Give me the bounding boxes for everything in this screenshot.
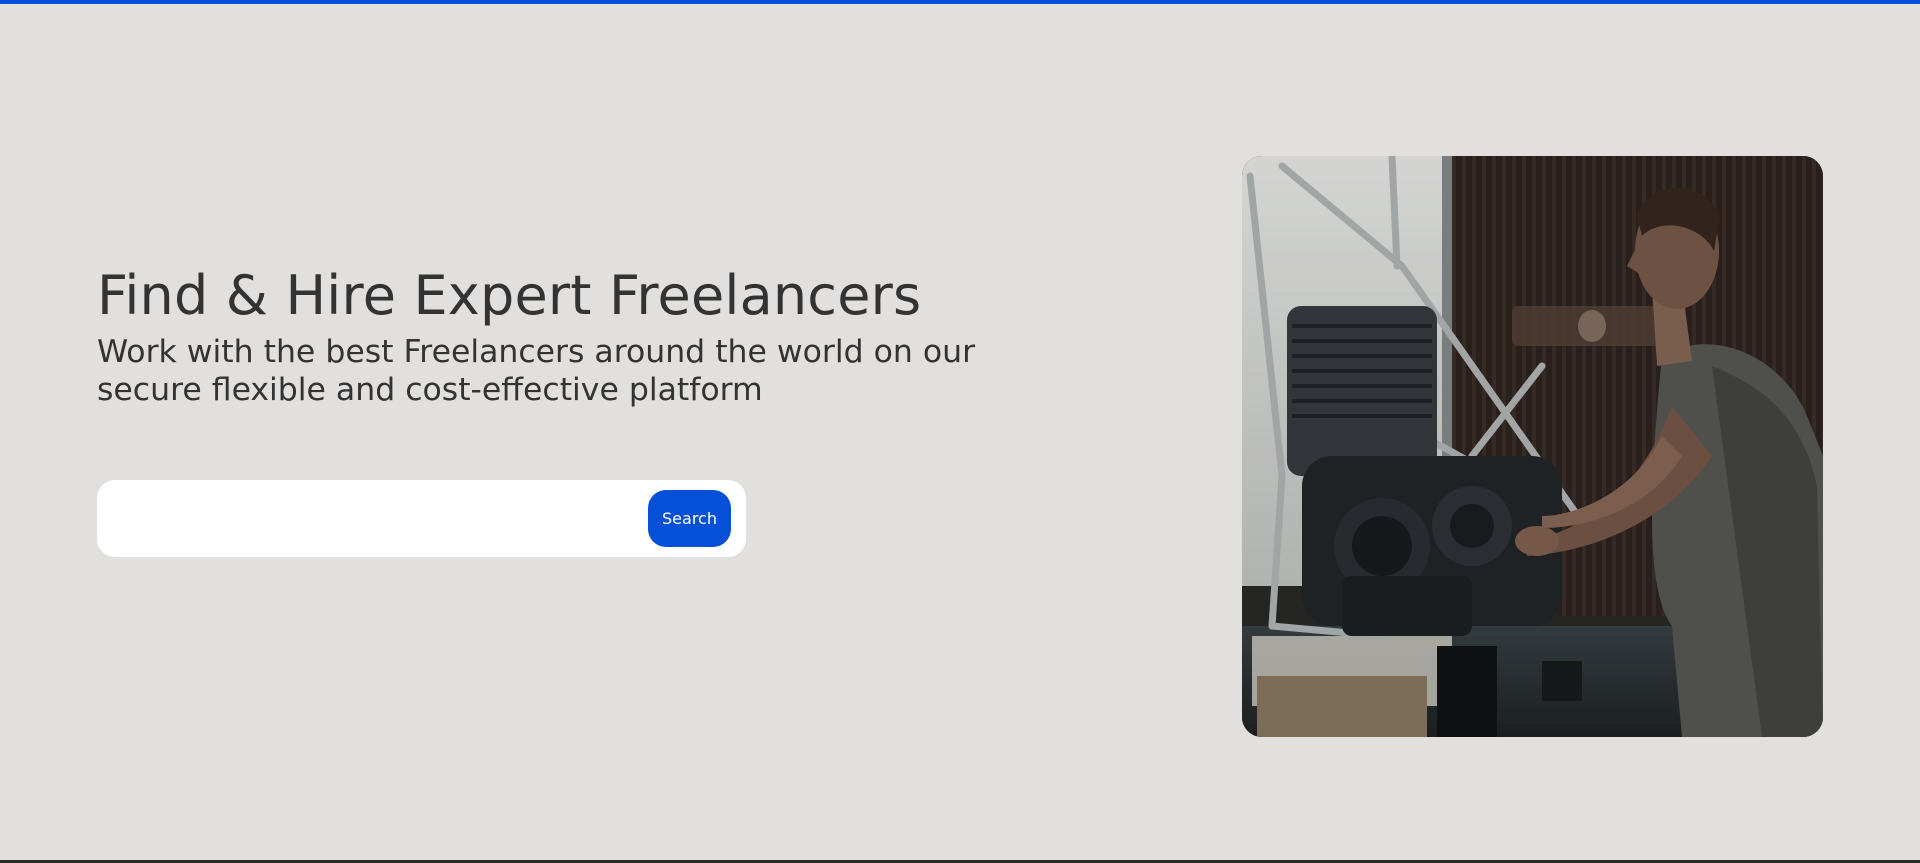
hero-title: Find & Hire Expert Freelancers bbox=[97, 264, 922, 327]
search-button[interactable]: Search bbox=[648, 490, 731, 547]
top-accent-bar bbox=[0, 0, 1920, 4]
hero-section: Find & Hire Expert Freelancers Work with… bbox=[97, 262, 1037, 409]
search-input[interactable] bbox=[111, 490, 735, 549]
hero-image bbox=[1242, 156, 1823, 737]
search-bar: Search bbox=[97, 480, 746, 557]
hero-subtitle: Work with the best Freelancers around th… bbox=[97, 334, 976, 408]
mechanic-photo-illustration bbox=[1242, 156, 1823, 737]
